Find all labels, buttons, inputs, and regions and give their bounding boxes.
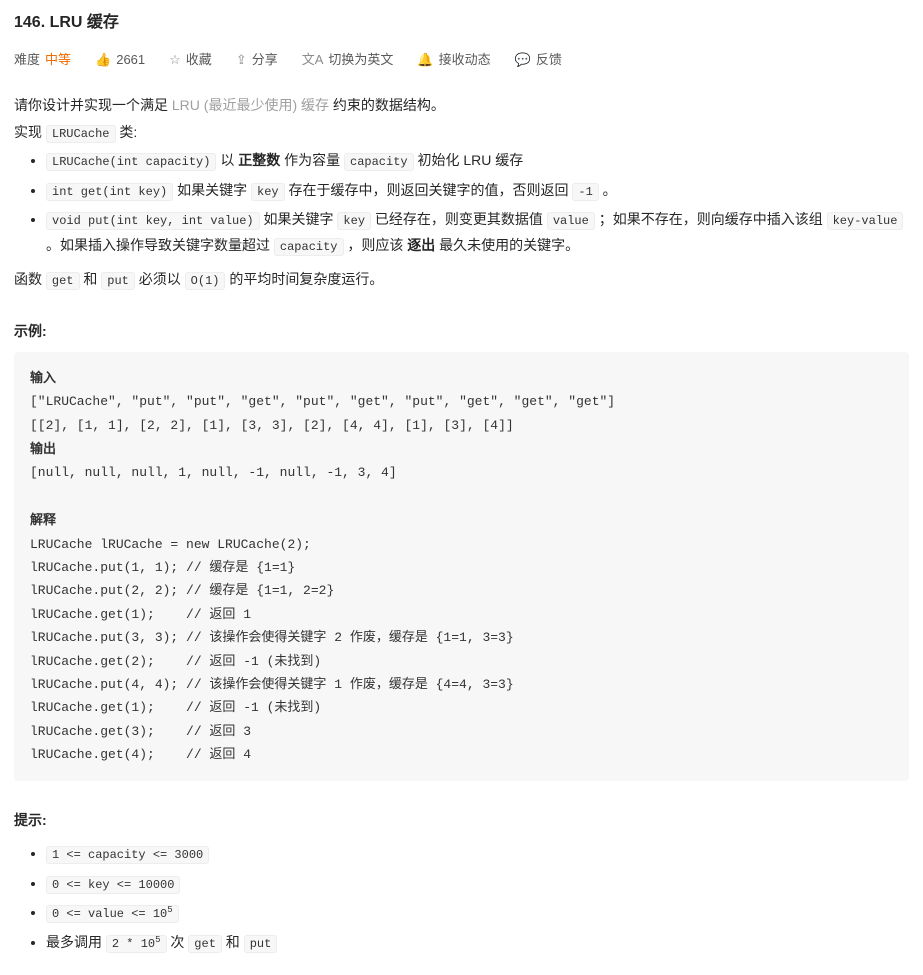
hint-code-4c: put <box>244 935 278 953</box>
difficulty-label: 难度 <box>14 50 40 71</box>
problem-description: 请你设计并实现一个满足 LRU (最近最少使用) 缓存 约束的数据结构。 实现 … <box>14 94 909 291</box>
example-block: 输入 ["LRUCache", "put", "put", "get", "pu… <box>14 352 909 781</box>
hint-item-4: 最多调用 2 * 105 次 get 和 put <box>46 930 909 956</box>
sup-5b: 5 <box>155 935 160 945</box>
star-icon: ☆ <box>169 50 181 71</box>
feedback-label: 反馈 <box>536 50 562 71</box>
translate-icon: 文A <box>302 50 324 71</box>
output-line-1: [null, null, null, 1, null, -1, null, -1… <box>30 465 397 480</box>
hints-list: 1 <= capacity <= 3000 0 <= key <= 10000 … <box>14 841 909 955</box>
bold-evict: 逐出 <box>407 237 435 253</box>
code-put2: put <box>101 272 135 290</box>
method-list: LRUCache(int capacity) 以 正整数 作为容量 capaci… <box>14 148 909 258</box>
hints-heading: 提示: <box>14 809 909 831</box>
code-value: value <box>547 212 595 230</box>
desc-line-2: 实现 LRUCache 类: <box>14 121 909 144</box>
difficulty-value: 中等 <box>45 50 71 71</box>
sup-5a: 5 <box>167 905 172 915</box>
method-item-get: int get(int key) 如果关键字 key 存在于缓存中，则返回关键字… <box>46 178 909 204</box>
thumbs-up-icon: 👍 <box>95 50 111 71</box>
share-button[interactable]: ⇪ 分享 <box>236 50 278 71</box>
bold-positive-int: 正整数 <box>238 152 280 168</box>
like-count: 2661 <box>116 50 145 71</box>
hint-item-1: 1 <= capacity <= 3000 <box>46 841 909 867</box>
meta-row: 难度 中等 👍 2661 ☆ 收藏 ⇪ 分享 文A 切换为英文 🔔 接收动态 💬… <box>14 50 909 71</box>
class-name: LRUCache <box>46 125 116 143</box>
hint-item-2: 0 <= key <= 10000 <box>46 871 909 897</box>
explain-label: 解释 <box>30 512 56 527</box>
bell-icon: 🔔 <box>417 50 433 71</box>
like-button[interactable]: 👍 2661 <box>95 50 145 71</box>
output-label: 输出 <box>30 441 56 456</box>
desc-line-3: 函数 get 和 put 必须以 O(1) 的平均时间复杂度运行。 <box>14 268 909 291</box>
explain-body: LRUCache lRUCache = new LRUCache(2); lRU… <box>30 537 514 763</box>
code-constructor: LRUCache(int capacity) <box>46 153 216 171</box>
difficulty: 难度 中等 <box>14 50 71 71</box>
switch-lang-label: 切换为英文 <box>328 50 393 71</box>
hint-code-4b: get <box>188 935 222 953</box>
problem-title: 146. LRU 缓存 <box>14 10 909 36</box>
comment-icon: 💬 <box>515 50 531 71</box>
hint-code-3: 0 <= value <= 105 <box>46 905 179 923</box>
lru-expansion: LRU (最近最少使用) 缓存 <box>172 97 329 113</box>
share-icon: ⇪ <box>236 50 247 71</box>
example-heading: 示例: <box>14 320 909 342</box>
favorite-label: 收藏 <box>186 50 212 71</box>
method-item-put: void put(int key, int value) 如果关键字 key 已… <box>46 207 909 258</box>
input-line-1: ["LRUCache", "put", "put", "get", "put",… <box>30 394 615 409</box>
favorite-button[interactable]: ☆ 收藏 <box>169 50 212 71</box>
subscribe-label: 接收动态 <box>439 50 491 71</box>
code-key: key <box>251 183 285 201</box>
code-key2: key <box>337 212 371 230</box>
hint-item-3: 0 <= value <= 105 <box>46 900 909 926</box>
method-item-constructor: LRUCache(int capacity) 以 正整数 作为容量 capaci… <box>46 148 909 174</box>
hint-code-4a: 2 * 105 <box>106 935 167 953</box>
code-capacity: capacity <box>344 153 414 171</box>
code-put: void put(int key, int value) <box>46 212 260 230</box>
code-get2: get <box>46 272 80 290</box>
code-minus1: -1 <box>572 183 598 201</box>
subscribe-button[interactable]: 🔔 接收动态 <box>417 50 490 71</box>
switch-lang-button[interactable]: 文A 切换为英文 <box>302 50 394 71</box>
feedback-button[interactable]: 💬 反馈 <box>515 50 562 71</box>
input-line-2: [[2], [1, 1], [2, 2], [1], [3, 3], [2], … <box>30 418 514 433</box>
share-label: 分享 <box>252 50 278 71</box>
desc-line-1: 请你设计并实现一个满足 LRU (最近最少使用) 缓存 约束的数据结构。 <box>14 94 909 116</box>
hint-code-2: 0 <= key <= 10000 <box>46 876 180 894</box>
code-o1: O(1) <box>185 272 226 290</box>
code-kv: key-value <box>827 212 904 230</box>
code-get: int get(int key) <box>46 183 173 201</box>
input-label: 输入 <box>30 370 56 385</box>
code-capacity2: capacity <box>274 238 344 256</box>
hint-code-1: 1 <= capacity <= 3000 <box>46 846 209 864</box>
